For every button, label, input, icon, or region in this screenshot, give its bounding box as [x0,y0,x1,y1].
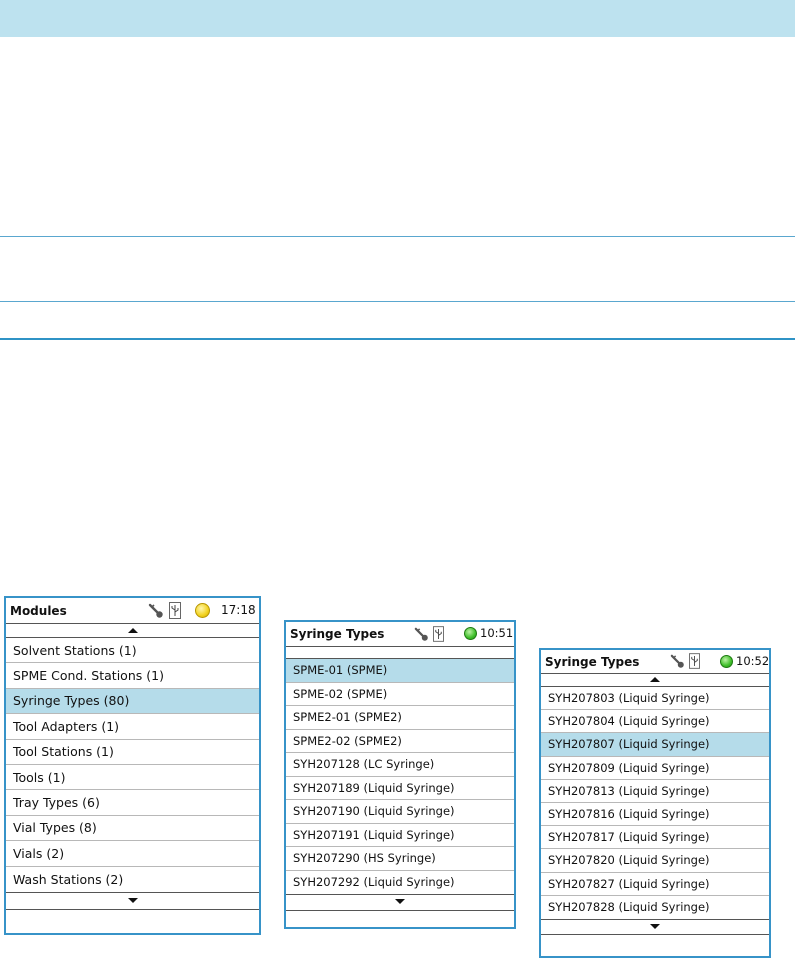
divider-line [0,301,795,302]
list-item[interactable]: SYH207828 (Liquid Syringe) [541,896,769,919]
status-led-icon [464,627,477,640]
arrow-down-icon [650,923,660,929]
list-item[interactable]: SYH207820 (Liquid Syringe) [541,849,769,873]
list-item[interactable]: SPME-02 (SPME) [286,683,514,706]
list-item[interactable]: SPME Cond. Stations (1) [6,663,259,689]
list-item[interactable]: SYH207191 (Liquid Syringe) [286,824,514,847]
modules-list: Solvent Stations (1) SPME Cond. Stations… [6,638,259,892]
list-item[interactable]: Tool Adapters (1) [6,714,259,740]
modules-panel: Modules 17:18 Solvent Stations (1) SPME … [4,596,261,935]
list-item[interactable]: Tray Types (6) [6,790,259,816]
list-item[interactable]: SYH207189 (Liquid Syringe) [286,777,514,800]
clock-time: 10:52 [736,654,770,668]
clock-time: 17:18 [221,603,256,617]
list-item[interactable]: SYH207807 (Liquid Syringe) [541,733,769,757]
panel-titlebar: Syringe Types 10:52 [541,650,769,674]
panel-footer [6,910,259,933]
list-item[interactable]: SYH207804 (Liquid Syringe) [541,710,769,734]
scroll-down-button[interactable] [6,891,259,910]
divider-line [0,338,795,340]
panel-footer [286,911,514,927]
list-item[interactable]: SYH207128 (LC Syringe) [286,753,514,777]
key-icon [148,603,163,618]
list-item[interactable]: SYH207827 (Liquid Syringe) [541,873,769,896]
list-item[interactable]: Solvent Stations (1) [6,638,259,664]
list-item[interactable]: SYH207813 (Liquid Syringe) [541,780,769,803]
syringe-types-panel: Syringe Types 10:51 SPME-01 (SPME) SPME-… [284,620,516,929]
scroll-down-button[interactable] [541,918,769,935]
list-item[interactable]: SYH207803 (Liquid Syringe) [541,687,769,711]
list-item[interactable]: Tools (1) [6,765,259,791]
list-item[interactable]: Syringe Types (80) [6,688,259,715]
syringe-types-list: SPME-01 (SPME) SPME-02 (SPME) SPME2-01 (… [286,659,514,894]
list-item[interactable]: SYH207816 (Liquid Syringe) [541,803,769,827]
list-item[interactable]: SYH207809 (Liquid Syringe) [541,757,769,780]
panel-titlebar: Syringe Types 10:51 [286,622,514,647]
header-band [0,0,795,37]
list-item[interactable]: SPME-01 (SPME) [286,659,514,683]
scroll-up-button[interactable] [286,647,514,659]
usb-icon [169,602,181,619]
list-item[interactable]: SPME2-02 (SPME2) [286,730,514,753]
scroll-up-button[interactable] [541,674,769,687]
list-item[interactable]: SYH207817 (Liquid Syringe) [541,826,769,850]
list-item[interactable]: Vial Types (8) [6,816,259,842]
key-icon [414,627,428,641]
arrow-up-icon [650,677,660,682]
list-item[interactable]: SYH207290 (HS Syringe) [286,847,514,871]
list-item[interactable]: SYH207190 (Liquid Syringe) [286,800,514,824]
list-item[interactable]: SPME2-01 (SPME2) [286,706,514,730]
arrow-up-icon [127,628,138,633]
status-led-icon [720,655,733,668]
list-item[interactable]: Wash Stations (2) [6,867,259,892]
divider-line [0,236,795,237]
usb-icon [689,653,700,669]
syringe-types-list: SYH207803 (Liquid Syringe) SYH207804 (Li… [541,687,769,919]
status-led-icon [195,603,210,618]
list-item[interactable]: Tool Stations (1) [6,740,259,765]
clock-time: 10:51 [480,626,514,640]
panel-titlebar: Modules 17:18 [6,598,259,624]
syringe-types-panel: Syringe Types 10:52 SYH207803 (Liquid Sy… [539,648,771,958]
key-icon [670,654,684,668]
arrow-down-icon [395,899,405,904]
scroll-down-button[interactable] [286,894,514,911]
usb-icon [433,626,444,642]
arrow-down-icon [127,897,138,903]
scroll-up-button[interactable] [6,624,259,638]
panel-footer [541,935,769,956]
list-item[interactable]: SYH207292 (Liquid Syringe) [286,871,514,895]
list-item[interactable]: Vials (2) [6,841,259,867]
